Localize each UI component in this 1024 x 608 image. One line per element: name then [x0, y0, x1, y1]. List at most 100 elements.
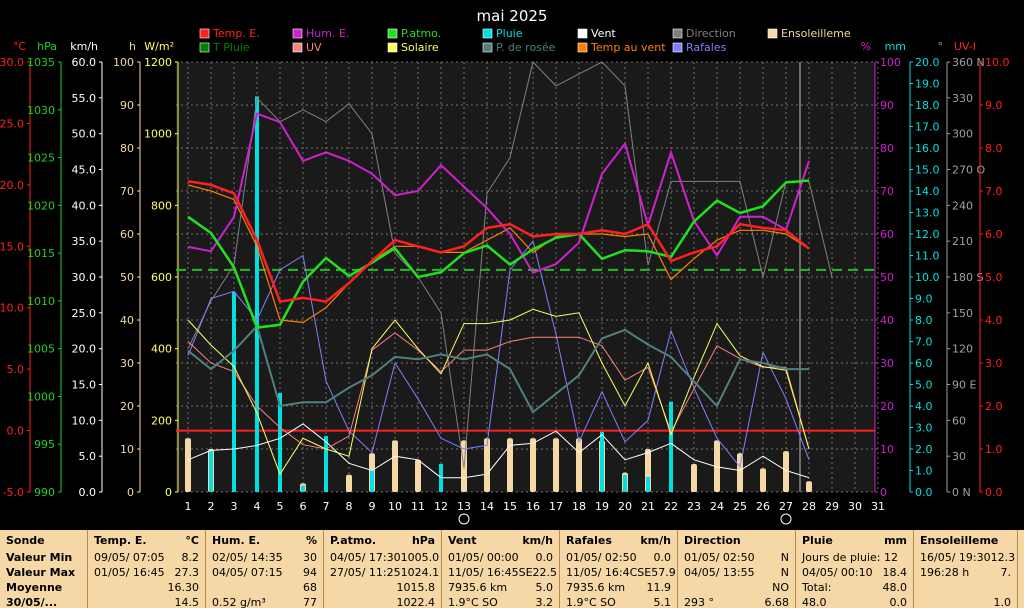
summary-cell-value: 30: [303, 551, 317, 564]
axis-tick-label: 1005: [27, 343, 55, 356]
axis-tick-label: 300: [952, 128, 973, 141]
summary-cell-row: 04/05/ 07:15 94: [212, 565, 317, 580]
axis-tick-label: 10.0: [0, 302, 24, 315]
summary-cell-row: 02/05/ 14:35 30: [212, 550, 317, 565]
axis-tick-label: 25.0: [0, 117, 24, 130]
axis-tick-label: 0.0: [7, 425, 25, 438]
x-tick-label: 26: [756, 500, 770, 513]
summary-column: P.atmo. hPa 04/05/ 17:30 1005.0 27/05/ 11:25…: [324, 530, 442, 608]
summary-cell-row: 1015.8: [330, 580, 436, 595]
x-tick-label: 25: [733, 500, 747, 513]
summary-cell-value: 3.2: [535, 596, 554, 608]
summary-cell-row: 14.5: [94, 595, 200, 608]
axis-tick-label: 2.0: [915, 443, 933, 456]
summary-cell-value: 1.0: [993, 596, 1012, 608]
x-tick-label: 14: [480, 500, 494, 513]
x-tick-label: 18: [572, 500, 586, 513]
axis-tick-label: 10.0: [72, 414, 97, 427]
x-tick-label: 29: [825, 500, 839, 513]
axis-tick-label: 6.0: [985, 228, 1003, 241]
summary-column: Temp. E. °C 09/05/ 07:05 8.2 01/05/ 16:45 27.…: [88, 530, 206, 608]
summary-cell-detail: 04/05/ 13:55: [684, 566, 755, 579]
summary-cell-row: 09/05/ 07:05 8.2: [94, 550, 199, 565]
legend-swatch: [672, 28, 683, 39]
axis-tick-label: 12.0: [915, 228, 940, 241]
summary-column: Pluie mm Jours de pluie: 12 04/05/ 00:10 18.…: [796, 530, 914, 608]
summary-cell-value: 18.4: [882, 566, 908, 579]
x-tick-label: 24: [710, 500, 724, 513]
summary-column-header: Pluie mm: [802, 534, 907, 548]
summary-cell-value: 48.0: [882, 581, 908, 594]
legend-swatch: [577, 28, 588, 39]
summary-cell-detail: 11/05/ 16:45SE: [448, 566, 533, 579]
sunshine-bar: [760, 468, 766, 492]
summary-column-header: Hum. E.%: [212, 534, 317, 548]
summary-column-header: P.atmo. hPa: [330, 534, 435, 548]
summary-cell-value: NO: [772, 581, 789, 594]
summary-cell-row: 01/05/ 02:50 N: [684, 550, 789, 565]
x-tick-label: 11: [411, 500, 425, 513]
summary-column: Ensoleilleme 16/05/ 19:30 12.3 196:28 h 7. 1.…: [914, 530, 1018, 608]
axis-tick-label: 1.0: [985, 443, 1003, 456]
axis-tick-label: 5.0: [915, 379, 933, 392]
x-tick-label: 21: [641, 500, 655, 513]
axis-tick-label: 50.0: [72, 128, 97, 141]
axis-unit-label: hPa: [37, 40, 57, 53]
axis-tick-label: 9.0: [985, 99, 1003, 112]
summary-cell-row: 01/05/ 00:00 0.0: [448, 550, 553, 565]
axis-tick-label: 0.0: [915, 486, 933, 499]
summary-columns: Temp. E. °C 09/05/ 07:05 8.2 01/05/ 16:45 27.…: [88, 530, 1018, 608]
axis-tick-label: 11.0: [915, 250, 940, 263]
legend-swatch: [199, 28, 210, 39]
axis-tick-label: 1200: [144, 56, 172, 69]
summary-column-header: Vent km/h: [448, 534, 553, 548]
axis-unit-label: h: [129, 40, 136, 53]
x-tick-label: 1: [185, 500, 192, 513]
axis-tick-label: 20.0: [0, 179, 24, 192]
summary-cell-row: 7935.6 km 5.0: [448, 580, 553, 595]
axis-tick-label: 1000: [27, 390, 55, 403]
x-tick-label: 6: [300, 500, 307, 513]
axis-tick-label: 5.0: [79, 450, 97, 463]
summary-cell-row: [920, 580, 1011, 595]
summary-cell-row: 01/05/ 16:45 27.3: [94, 565, 199, 580]
summary-column-unit: hPa: [411, 534, 435, 547]
summary-cell-value: 11.9: [646, 581, 672, 594]
axis-tick-label: 35.0: [72, 235, 97, 248]
x-tick-label: 23: [687, 500, 701, 513]
axis-tick-label: 240: [952, 199, 973, 212]
summary-cell-row: 48.0 0.0: [802, 595, 907, 608]
axis-tick-label: 180 S: [952, 271, 983, 284]
x-tick-label: 15: [503, 500, 517, 513]
legend-swatch: [482, 42, 493, 53]
axis-tick-label: 10: [120, 443, 134, 456]
legend-swatch: [199, 42, 210, 53]
axis-unit-label: km/h: [70, 40, 98, 53]
axis-tick-label: 1000: [144, 128, 172, 141]
summary-cell-detail: 09/05/ 07:05: [94, 551, 165, 564]
sunshine-bar: [806, 481, 812, 492]
legend-label: Direction: [686, 27, 736, 40]
summary-column-name: Direction: [684, 534, 741, 547]
summary-cell-row: 11/05/ 16:45SE 22.5: [448, 565, 557, 580]
summary-cell-value: 16.30: [167, 581, 200, 594]
axis-tick-label: 17.0: [915, 121, 940, 134]
moon-phase-icon: [458, 513, 470, 525]
summary-cell-detail: Total:: [802, 581, 832, 594]
summary-cell-detail: 04/05/ 17:30: [330, 551, 401, 564]
weather-chart: mai 2025 Temp. E. T Pluie Hum. E. UV P.atmo. S…: [0, 0, 1024, 530]
summary-cell-value: N: [780, 551, 789, 564]
sunshine-bar: [553, 438, 559, 492]
axis-tick-label: 1010: [27, 295, 55, 308]
axis-tick-label: 30: [952, 450, 966, 463]
axis-tick-label: 55.0: [72, 92, 97, 105]
summary-cell-row: 1.9°C SO 3.2: [448, 595, 553, 608]
summary-cell-value: 5.0: [535, 581, 554, 594]
axis-tick-label: 120: [952, 343, 973, 356]
axis-tick-label: 995: [34, 438, 55, 451]
axis-tick-label: 4.0: [985, 314, 1003, 327]
axis-tick-label: 150: [952, 307, 973, 320]
axis-tick-label: 9.0: [915, 293, 933, 306]
axis-tick-label: 210: [952, 235, 973, 248]
rain-bar: [600, 431, 604, 492]
